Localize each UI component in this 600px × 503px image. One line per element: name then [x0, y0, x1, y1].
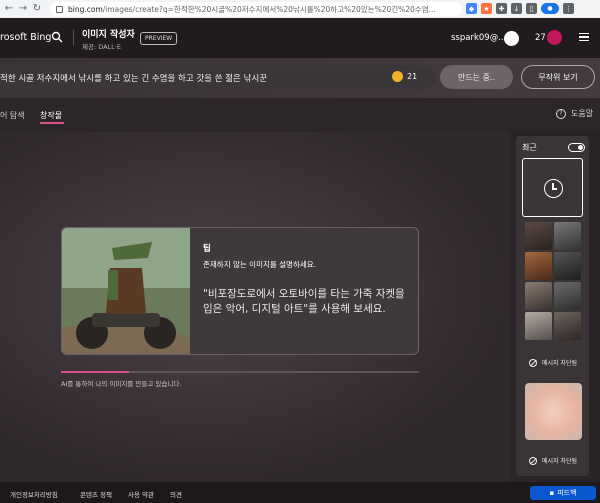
boost-icon [392, 71, 403, 82]
back-icon[interactable]: ← [2, 3, 16, 14]
recent-thumbnail[interactable] [525, 222, 552, 250]
bing-logo[interactable]: rosoft Bing [0, 32, 51, 43]
tab-bar: 어 탐색 창작물 ? 도움말 [0, 98, 600, 132]
boost-count: 21 [407, 72, 418, 81]
search-icon[interactable] [51, 31, 63, 43]
content-policy-link[interactable]: 콘텐츠 정책 [80, 489, 112, 499]
forward-icon[interactable]: → [16, 3, 30, 14]
browser-toolbar: ← → ↻ bing.com/images/create?q=한적한%20시골%… [0, 0, 600, 18]
help-icon: ? [556, 108, 566, 119]
terms-link[interactable]: 사용 약관 [128, 489, 154, 499]
recent-image-grid[interactable] [525, 222, 581, 340]
feedback-link[interactable]: 의견 [170, 489, 182, 499]
recent-thumbnail[interactable] [525, 252, 552, 280]
blocked-label: 메시지 차단됨 [542, 458, 578, 465]
recent-thumbnail[interactable] [554, 222, 581, 250]
clock-icon [544, 179, 563, 198]
extension-bar: ◆ ★ ✚ ↓ ▯ ● ⋮ [466, 3, 574, 14]
surprise-me-button[interactable]: 무작위 보기 [521, 65, 595, 89]
blocked-message: 메시지 차단됨 [529, 358, 577, 367]
preview-badge: PREVIEW [140, 32, 178, 45]
help-link[interactable]: ? 도움말 [556, 108, 593, 119]
download-icon[interactable]: ↓ [511, 3, 522, 14]
feedback-button[interactable]: ▪ 피드백 [530, 486, 596, 500]
rewards-icon[interactable] [547, 30, 562, 45]
help-label: 도움말 [571, 109, 594, 118]
lock-icon [56, 5, 63, 13]
divider [73, 30, 74, 46]
feedback-icon: ▪ [549, 489, 555, 497]
create-button[interactable]: 만드는 중.. [440, 65, 513, 89]
recent-thumbnail[interactable] [554, 282, 581, 310]
profile-chip[interactable]: ● [541, 3, 559, 14]
tab-creations[interactable]: 창작물 [40, 110, 62, 121]
tip-card: 팁 존재하지 않는 이미지를 설명하세요. "비포장도로에서 오토바이를 타는 … [61, 227, 419, 355]
progress-text: AI를 통하여 나의 이미지를 만들고 있습니다. [61, 380, 182, 388]
recent-thumbnail[interactable] [525, 282, 552, 310]
shield-extension-icon[interactable]: ◆ [466, 3, 477, 14]
sidebar-icon[interactable]: ▯ [526, 3, 537, 14]
toggle-knob [578, 145, 583, 150]
recent-thumbnail-baby[interactable] [525, 383, 582, 440]
avatar[interactable] [504, 31, 519, 46]
tip-title: 팁 [203, 244, 211, 254]
recent-title: 최근 [522, 143, 537, 152]
tip-body: "비포장도로에서 오토바이를 타는 가죽 자켓을 입은 악어, 디지털 아트"를… [203, 288, 405, 315]
extension-icon[interactable]: ★ [481, 3, 492, 14]
address-bar[interactable]: bing.com/images/create?q=한적한%20시골%20저수지에… [50, 2, 462, 16]
reload-icon[interactable]: ↻ [30, 3, 44, 14]
kebab-menu-icon[interactable]: ⋮ [563, 3, 574, 14]
main-content: 팁 존재하지 않는 이미지를 설명하세요. "비포장도로에서 오토바이를 타는 … [0, 132, 510, 482]
boost-counter: 21 [392, 71, 417, 82]
bing-header: rosoft Bing 이미지 작성자 제공: DALL·E PREVIEW s… [0, 18, 600, 58]
hamburger-menu-icon[interactable] [579, 33, 589, 41]
tab-explore[interactable]: 어 탐색 [0, 110, 25, 121]
privacy-link[interactable]: 개인정보처리방침 [10, 489, 58, 499]
feedback-label: 피드백 [557, 489, 577, 497]
footer: 개인정보처리방침 콘텐츠 정책 사용 약관 의견 ▪ 피드백 [0, 482, 600, 503]
tip-example-image [62, 228, 190, 354]
recent-thumbnail[interactable] [554, 312, 581, 340]
prompt-bar: 적한 시골 저수지에서 낚시를 하고 있는 긴 수염을 하고 갓을 쓴 젊은 낚… [0, 58, 600, 98]
active-tab-indicator [40, 122, 64, 124]
blocked-label: 메시지 차단됨 [542, 360, 578, 367]
recent-toggle[interactable] [568, 143, 585, 152]
app-subtitle: 제공: DALL·E [82, 43, 121, 51]
app-title: 이미지 작성자 [82, 30, 135, 40]
tip-heading: 존재하지 않는 이미지를 설명하세요. [203, 260, 317, 269]
recent-panel: 최근 메시지 차단됨 메시지 차단됨 [516, 136, 589, 476]
username[interactable]: sspark09@... [451, 33, 506, 43]
rewards-count: 27 [535, 33, 546, 43]
recent-thumbnail[interactable] [554, 252, 581, 280]
pending-creation-tile[interactable] [522, 158, 583, 217]
puzzle-icon[interactable]: ✚ [496, 3, 507, 14]
blocked-icon [529, 358, 537, 367]
blocked-icon [529, 456, 537, 465]
prompt-text: 적한 시골 저수지에서 낚시를 하고 있는 긴 수염을 하고 갓을 쓴 젊은 낚… [0, 74, 268, 84]
blocked-message: 메시지 차단됨 [529, 456, 577, 465]
progress-bar [61, 371, 419, 373]
recent-thumbnail[interactable] [525, 312, 552, 340]
url-text: bing.com/images/create?q=한적한%20시골%20저수지에… [68, 4, 436, 14]
progress-fill [61, 371, 130, 373]
